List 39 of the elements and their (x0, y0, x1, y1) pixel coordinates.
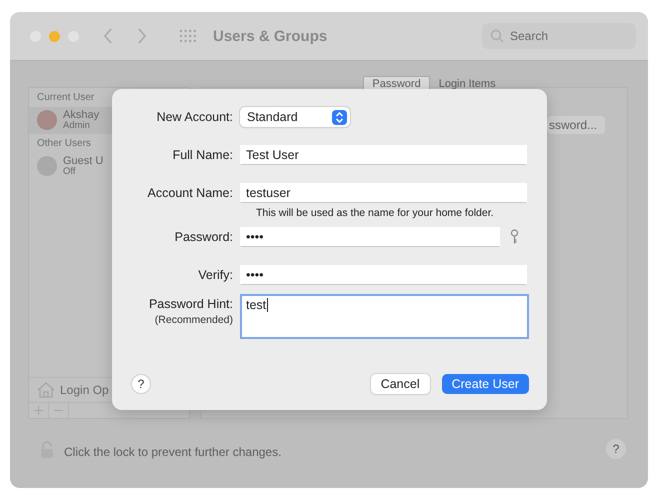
house-icon (37, 382, 55, 398)
section-heading: Current User (36, 91, 96, 105)
field-label: Password: (174, 229, 233, 246)
lock-message: Click the lock to prevent further changes. (64, 445, 282, 459)
create-user-button[interactable]: Create User (442, 374, 529, 394)
section-heading: Other Users (36, 136, 92, 151)
user-name: Guest U (63, 154, 104, 167)
key-icon[interactable] (510, 229, 519, 245)
field-note: This will be used as the name for your home folder. (256, 207, 494, 219)
password-field[interactable]: •••• (240, 227, 500, 247)
text-field[interactable]: Test User (240, 145, 527, 165)
minimize-button[interactable] (49, 30, 60, 42)
field-label: Password Hint: (148, 296, 233, 313)
forward-icon[interactable] (137, 28, 147, 44)
change-password-button[interactable]: ssword... (546, 116, 605, 134)
search-field[interactable]: Search (482, 23, 636, 49)
user-name: Akshay (63, 109, 100, 121)
help-button[interactable]: ? (131, 374, 151, 394)
user-role: Admin (63, 121, 90, 132)
account-type-popup[interactable]: Standard (240, 107, 350, 127)
login-options-item[interactable]: Login Op (60, 383, 109, 397)
grid-icon[interactable] (179, 29, 197, 43)
avatar-icon (37, 156, 57, 176)
help-button[interactable]: ? (606, 439, 626, 459)
stepper-icon (332, 110, 347, 124)
window-title: Users & Groups (213, 28, 328, 44)
text-field[interactable]: •••• (240, 265, 527, 285)
tab[interactable]: Login Items (430, 76, 505, 92)
hint-field[interactable]: test (240, 294, 529, 339)
avatar-icon (37, 110, 57, 130)
field-label: Full Name: (172, 147, 233, 164)
user-role: Off (63, 166, 76, 178)
text-field[interactable]: testuser (240, 183, 527, 203)
cancel-button[interactable]: Cancel (370, 374, 430, 394)
back-icon[interactable] (103, 28, 113, 44)
search-icon (490, 29, 504, 43)
field-label: Account Name: (148, 185, 233, 202)
field-label: Verify: (198, 267, 233, 284)
field-sublabel: (Recommended) (154, 314, 233, 326)
